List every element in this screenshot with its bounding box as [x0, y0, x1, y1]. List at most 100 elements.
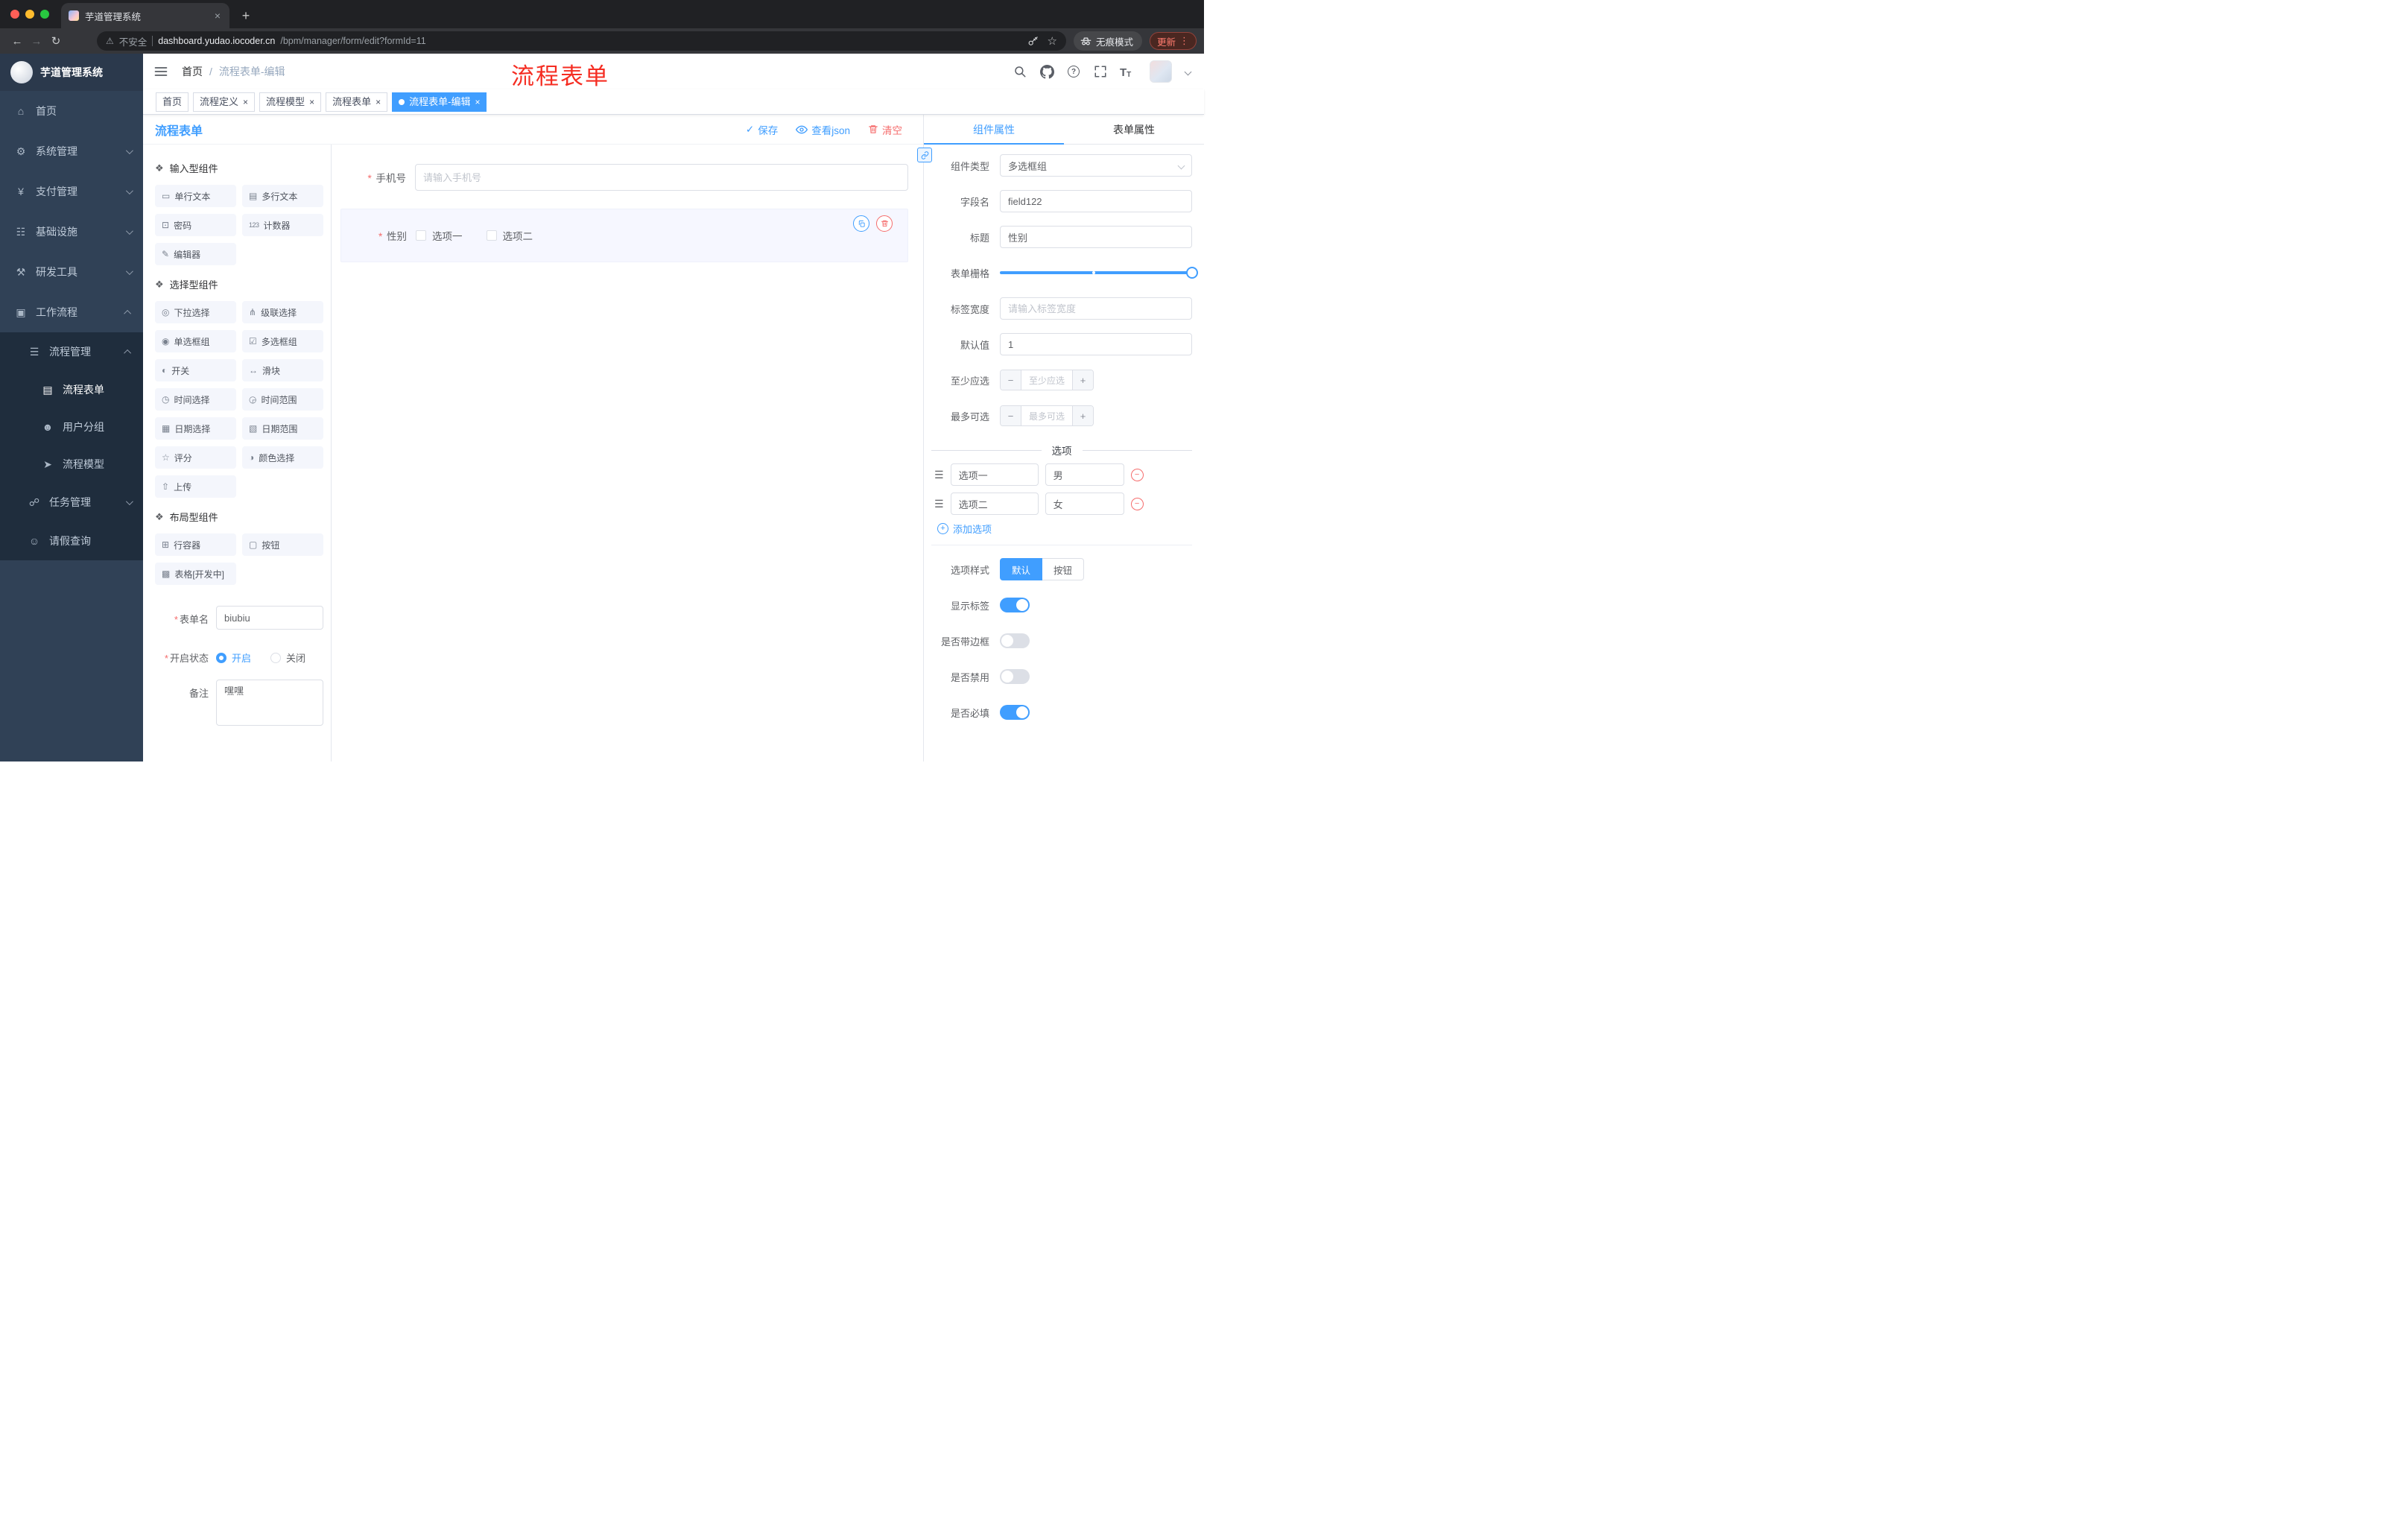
palette-item-time-range[interactable]: ◶ 时间范围 [242, 388, 323, 411]
remove-option-button[interactable]: − [1130, 497, 1144, 510]
field-name-input[interactable] [1000, 190, 1192, 212]
option2-value-input[interactable] [1045, 493, 1124, 515]
sidebar-item-home[interactable]: ⌂ 首页 [0, 91, 143, 131]
palette-item-multiline-text[interactable]: ▤ 多行文本 [242, 185, 323, 207]
form-grid-slider[interactable] [1000, 267, 1198, 279]
palette-item-switch[interactable]: ◐ 开关 [155, 359, 236, 381]
password-key-icon[interactable] [1027, 36, 1039, 47]
increase-button[interactable]: + [1072, 370, 1093, 390]
field-phone[interactable]: * 手机号 [340, 164, 908, 191]
palette-item-date-range[interactable]: ▧ 日期范围 [242, 417, 323, 440]
label-width-input[interactable] [1000, 297, 1192, 320]
tab-close-icon[interactable]: × [213, 10, 222, 22]
phone-input[interactable] [415, 164, 908, 191]
remove-option-button[interactable]: − [1130, 468, 1144, 481]
status-radio-closed[interactable]: 关闭 [270, 650, 305, 665]
palette-item-upload[interactable]: ⇧ 上传 [155, 475, 236, 498]
component-type-select[interactable]: 多选框组 [1000, 154, 1192, 177]
sidebar-item-process-form[interactable]: ▤ 流程表单 [0, 371, 143, 408]
close-icon[interactable]: × [376, 97, 381, 107]
with-border-toggle[interactable] [1000, 633, 1030, 648]
tag-process-form[interactable]: 流程表单 × [326, 92, 388, 112]
palette-item-rate[interactable]: ☆ 评分 [155, 446, 236, 469]
close-icon[interactable]: × [475, 97, 480, 107]
help-icon[interactable]: ? [1066, 64, 1081, 79]
view-json-button[interactable]: 查看json [796, 122, 850, 137]
style-default-button[interactable]: 默认 [1000, 558, 1043, 580]
option1-value-input[interactable] [1045, 463, 1124, 486]
required-toggle[interactable] [1000, 705, 1030, 720]
fullscreen-icon[interactable] [1093, 64, 1108, 79]
max-select-stepper[interactable]: − 最多可选 + [1000, 405, 1094, 426]
sidebar-item-devtools[interactable]: ⚒ 研发工具 [0, 252, 143, 292]
github-icon[interactable] [1039, 64, 1054, 79]
browser-update-button[interactable]: 更新 ⋮ [1149, 32, 1197, 50]
form-remark-textarea[interactable]: 嘿嘿 [216, 680, 323, 726]
form-name-input[interactable] [216, 606, 323, 630]
sidebar-item-task-management[interactable]: ☍ 任务管理 [0, 483, 143, 522]
slider-handle[interactable] [1186, 267, 1198, 279]
browser-tab[interactable]: 芋道管理系统 × [61, 3, 229, 28]
window-close-button[interactable] [10, 10, 19, 19]
sidebar-item-payment[interactable]: ¥ 支付管理 [0, 171, 143, 212]
copy-field-button[interactable] [853, 215, 869, 232]
palette-item-color-picker[interactable]: ◑ 颜色选择 [242, 446, 323, 469]
sidebar-item-leave-query[interactable]: ☺ 请假查询 [0, 522, 143, 560]
palette-item-password[interactable]: ⊡ 密码 [155, 214, 236, 236]
palette-item-select[interactable]: ◎ 下拉选择 [155, 301, 236, 323]
palette-item-table[interactable]: ▩ 表格[开发中] [155, 563, 236, 585]
selected-field-gender[interactable]: * 性别 选项一 选项二 [340, 209, 908, 262]
default-value-input[interactable] [1000, 333, 1192, 355]
style-button-button[interactable]: 按钮 [1042, 558, 1085, 580]
status-radio-open[interactable]: 开启 [216, 650, 251, 665]
delete-field-button[interactable] [876, 215, 893, 232]
min-select-stepper[interactable]: − 至少应选 + [1000, 370, 1094, 390]
new-tab-button[interactable]: + [235, 5, 256, 26]
tab-form-props[interactable]: 表单属性 [1064, 115, 1204, 144]
browser-menu-dots-icon[interactable]: ⋮ [1179, 35, 1189, 47]
palette-item-time-picker[interactable]: ◷ 时间选择 [155, 388, 236, 411]
sidebar-item-user-group[interactable]: ☻ 用户分组 [0, 408, 143, 446]
clear-button[interactable]: 清空 [868, 122, 902, 137]
disabled-toggle[interactable] [1000, 669, 1030, 684]
window-minimize-button[interactable] [25, 10, 34, 19]
palette-item-slider[interactable]: ↔ 滑块 [242, 359, 323, 381]
forward-icon[interactable]: → [27, 31, 46, 51]
drag-handle-icon[interactable]: ☰ [934, 469, 944, 481]
tag-process-model[interactable]: 流程模型 × [259, 92, 322, 112]
palette-item-date-picker[interactable]: ▦ 日期选择 [155, 417, 236, 440]
bookmark-star-icon[interactable]: ☆ [1048, 34, 1057, 48]
decrease-button[interactable]: − [1001, 370, 1021, 390]
save-button[interactable]: ✓ 保存 [746, 122, 778, 137]
avatar-dropdown-icon[interactable] [1184, 68, 1192, 75]
option1-name-input[interactable] [950, 463, 1039, 486]
tab-component-props[interactable]: 组件属性 [924, 115, 1064, 145]
option2-name-input[interactable] [950, 493, 1039, 515]
title-input[interactable] [1000, 226, 1192, 248]
palette-item-button[interactable]: ▢ 按钮 [242, 533, 323, 556]
search-icon[interactable] [1013, 64, 1027, 79]
show-label-toggle[interactable] [1000, 598, 1030, 612]
back-icon[interactable]: ← [7, 31, 27, 51]
palette-item-cascader[interactable]: ⋔ 级联选择 [242, 301, 323, 323]
sidebar-item-process-management[interactable]: ☰ 流程管理 [0, 332, 143, 371]
max-select-value[interactable]: 最多可选 [1021, 406, 1072, 425]
gender-checkbox-option1[interactable]: 选项一 [416, 228, 463, 243]
tag-home[interactable]: 首页 [156, 92, 189, 112]
sidebar-item-system[interactable]: ⚙ 系统管理 [0, 131, 143, 171]
increase-button[interactable]: + [1072, 406, 1093, 425]
sidebar-item-process-model[interactable]: ➤ 流程模型 [0, 446, 143, 483]
palette-item-checkbox-group[interactable]: ☑ 多选框组 [242, 330, 323, 352]
palette-item-single-line-text[interactable]: ▭ 单行文本 [155, 185, 236, 207]
address-bar[interactable]: ⚠ 不安全 dashboard.yudao.iocoder.cn /bpm/ma… [97, 31, 1066, 51]
window-zoom-button[interactable] [40, 10, 49, 19]
sidebar-item-infrastructure[interactable]: ☷ 基础设施 [0, 212, 143, 252]
palette-item-row-container[interactable]: ⊞ 行容器 [155, 533, 236, 556]
link-icon[interactable] [917, 148, 932, 162]
decrease-button[interactable]: − [1001, 406, 1021, 425]
close-icon[interactable]: × [309, 97, 314, 107]
palette-item-editor[interactable]: ✎ 编辑器 [155, 243, 236, 265]
reload-icon[interactable]: ↻ [46, 31, 66, 51]
add-option-button[interactable]: + 添加选项 [937, 522, 1192, 536]
tag-process-form-edit[interactable]: 流程表单-编辑 × [392, 92, 487, 112]
